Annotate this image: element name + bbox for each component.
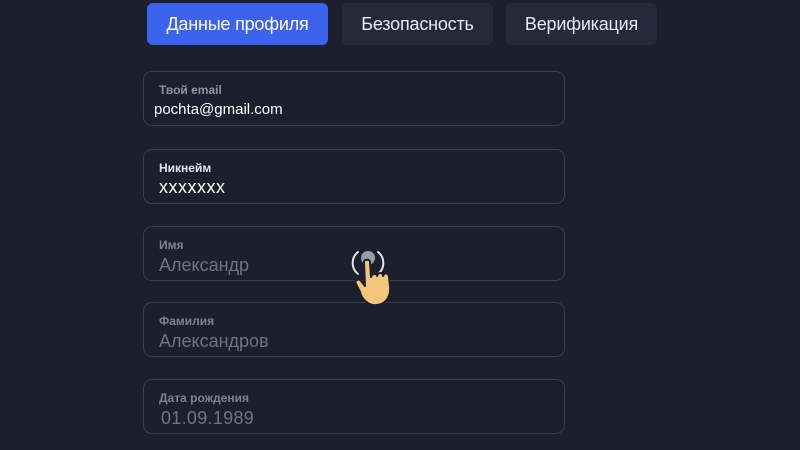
last-name-placeholder: Александров — [159, 331, 269, 351]
profile-page: Данные профиля Безопасность Верификация … — [0, 0, 800, 450]
email-field[interactable]: Твой email pochta@gmail.com — [143, 71, 565, 126]
nickname-value: xxxxxxx — [159, 177, 226, 197]
birth-date-label: Дата рождения — [159, 391, 250, 405]
tab-verification[interactable]: Верификация — [506, 3, 657, 45]
tab-security[interactable]: Безопасность — [342, 3, 493, 45]
first-name-placeholder: Александр — [159, 255, 250, 275]
birth-date-placeholder: 01.09.1989 — [161, 408, 255, 428]
email-value: pochta@gmail.com — [154, 101, 283, 118]
nickname-label: Никнейм — [159, 161, 212, 175]
email-label: Твой email — [159, 83, 222, 97]
birth-date-field[interactable]: Дата рождения 01.09.1989 — [143, 379, 565, 434]
pointing-hand-icon — [351, 251, 392, 307]
last-name-label: Фамилия — [159, 314, 215, 328]
tab-profile-data[interactable]: Данные профиля — [147, 3, 328, 45]
nickname-field[interactable]: Никнейм xxxxxxx — [143, 149, 565, 204]
first-name-label: Имя — [159, 238, 184, 252]
